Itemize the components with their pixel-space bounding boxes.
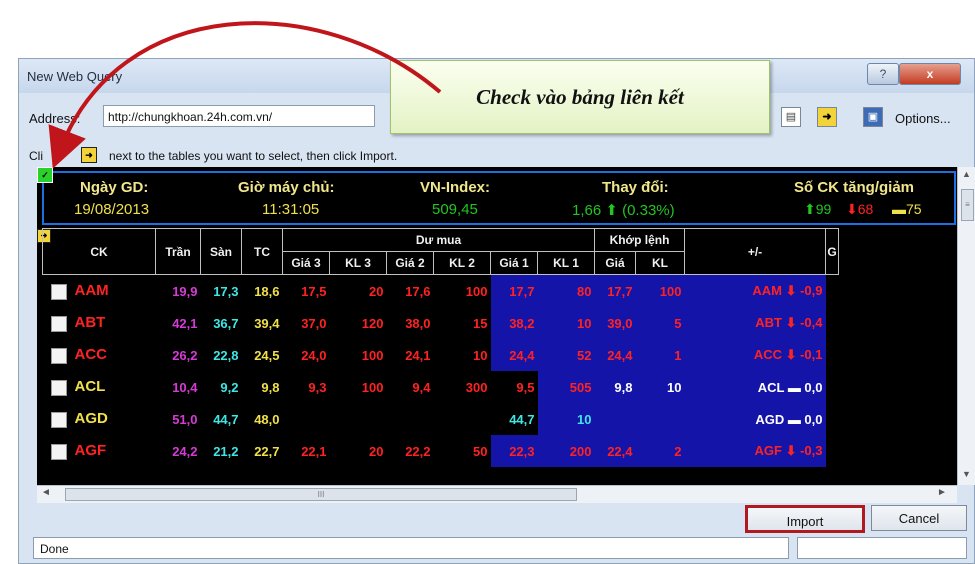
red-curved-arrow [48,21,442,169]
